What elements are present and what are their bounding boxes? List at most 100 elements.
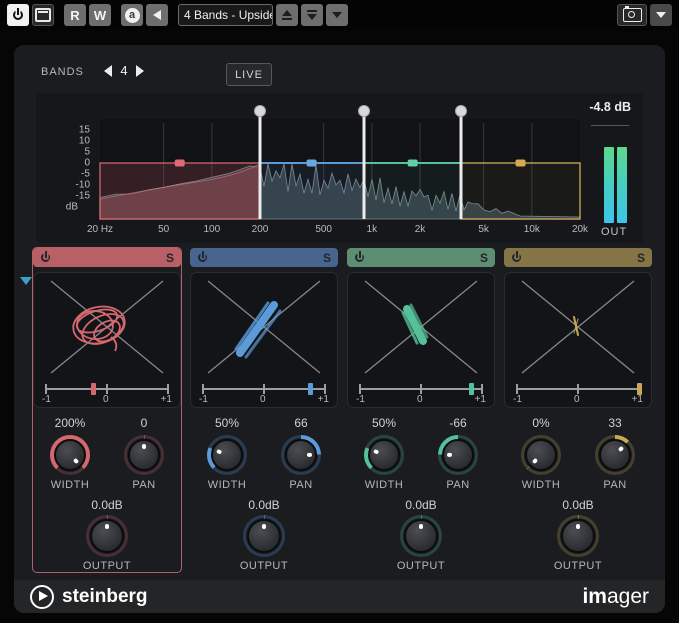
solo-button[interactable]: S bbox=[480, 251, 488, 265]
steinberg-logo: steinberg bbox=[30, 585, 148, 609]
live-button[interactable]: LIVE bbox=[226, 63, 272, 86]
width-value: 50% bbox=[372, 416, 396, 430]
freq-tick: 20k bbox=[572, 224, 588, 235]
band-header[interactable]: S bbox=[190, 248, 338, 267]
output-knob[interactable] bbox=[243, 515, 285, 557]
spectrum-plot bbox=[36, 93, 643, 243]
pan-knob[interactable] bbox=[595, 435, 635, 475]
output-value: 0.0dB bbox=[347, 498, 495, 512]
chevron-down-icon bbox=[656, 12, 666, 18]
pan-knob[interactable] bbox=[438, 435, 478, 475]
solo-button[interactable]: S bbox=[323, 251, 331, 265]
band-power-icon[interactable] bbox=[40, 252, 51, 263]
read-automation-button[interactable]: R bbox=[64, 4, 86, 26]
width-knob[interactable] bbox=[364, 435, 404, 475]
titlebar: R W a 4 Bands - Upside D bbox=[0, 0, 679, 30]
pan-scale-left: -1 bbox=[513, 394, 522, 405]
band-header[interactable]: S bbox=[33, 248, 181, 267]
knob-indicator-dot bbox=[262, 524, 267, 529]
output-value: 0.0dB bbox=[190, 498, 338, 512]
knob-indicator-dot bbox=[216, 449, 222, 455]
ab-compare-button[interactable]: a bbox=[121, 4, 143, 26]
pan-scale-right: +1 bbox=[475, 394, 486, 405]
pan-scale-left: -1 bbox=[356, 394, 365, 405]
band-power-icon[interactable] bbox=[197, 252, 208, 263]
band-header[interactable]: S bbox=[504, 248, 652, 267]
band-panel-4[interactable]: S -1 0 +1 0% 33 WIDTH PAN bbox=[504, 248, 652, 572]
window-menu-button[interactable] bbox=[650, 4, 672, 26]
band-power-icon[interactable] bbox=[354, 252, 365, 263]
band-gain-handle[interactable] bbox=[516, 160, 526, 167]
pan-scale-right: +1 bbox=[161, 394, 172, 405]
knob-indicator-dot bbox=[142, 444, 147, 449]
bands-label: BANDS bbox=[41, 66, 84, 78]
band-header[interactable]: S bbox=[347, 248, 495, 267]
band-gain-handle[interactable] bbox=[408, 160, 418, 167]
freq-tick: 100 bbox=[203, 224, 220, 235]
width-value: 200% bbox=[55, 416, 86, 430]
preset-field[interactable]: 4 Bands - Upside D bbox=[178, 4, 273, 26]
pan-label: PAN bbox=[132, 479, 155, 491]
crossover-handle-knob[interactable] bbox=[456, 106, 467, 117]
output-knob[interactable] bbox=[400, 515, 442, 557]
width-knob[interactable] bbox=[521, 435, 561, 475]
output-knob[interactable] bbox=[557, 515, 599, 557]
db-tick: -10 bbox=[60, 180, 90, 191]
vectorscope-graphic bbox=[37, 275, 177, 379]
db-tick: 5 bbox=[60, 147, 90, 158]
output-value: 0.0dB bbox=[504, 498, 652, 512]
band-panel-2[interactable]: S -1 0 +1 50% 66 WIDTH PAN bbox=[190, 248, 338, 572]
pan-knob[interactable] bbox=[124, 435, 164, 475]
bands-stepper: 4 bbox=[104, 63, 144, 78]
pan-value: 33 bbox=[608, 416, 621, 430]
out-label: OUT bbox=[601, 226, 627, 238]
bands-area: S -1 0 +1 200% 0 WIDTH PAN bbox=[33, 248, 652, 572]
band-panel-3[interactable]: S -1 0 +1 50% -66 WIDTH PAN bbox=[347, 248, 495, 572]
pan-knob[interactable] bbox=[281, 435, 321, 475]
width-label: WIDTH bbox=[208, 479, 247, 491]
solo-button[interactable]: S bbox=[166, 251, 174, 265]
solo-button[interactable]: S bbox=[637, 251, 645, 265]
next-preset-button[interactable] bbox=[301, 4, 323, 26]
crossover-handle-knob[interactable] bbox=[359, 106, 370, 117]
band-panel-1[interactable]: S -1 0 +1 200% 0 WIDTH PAN bbox=[33, 248, 181, 572]
pan-scale-left: -1 bbox=[199, 394, 208, 405]
band-gain-handle[interactable] bbox=[175, 160, 185, 167]
output-label: OUTPUT bbox=[190, 560, 338, 572]
width-knob[interactable] bbox=[50, 435, 90, 475]
pan-scale-center: 0 bbox=[260, 394, 266, 405]
output-label: OUTPUT bbox=[504, 560, 652, 572]
snapshot-button[interactable] bbox=[617, 4, 647, 26]
band-gain-handle[interactable] bbox=[307, 160, 317, 167]
knob-indicator-dot bbox=[419, 524, 424, 529]
knob-indicator-dot bbox=[576, 524, 581, 529]
pan-value: -66 bbox=[449, 416, 466, 430]
output-knob[interactable] bbox=[86, 515, 128, 557]
crossover-handle-knob[interactable] bbox=[255, 106, 266, 117]
pan-value: 0 bbox=[141, 416, 148, 430]
pan-label: PAN bbox=[603, 479, 626, 491]
vectorscope-graphic bbox=[351, 275, 491, 379]
width-value: 0% bbox=[532, 416, 549, 430]
width-knob[interactable] bbox=[207, 435, 247, 475]
knob-indicator-dot bbox=[373, 449, 379, 455]
camera-icon bbox=[623, 8, 642, 22]
bands-count: 4 bbox=[116, 63, 132, 78]
previous-preset-button[interactable] bbox=[276, 4, 298, 26]
bands-increase-button[interactable] bbox=[136, 65, 144, 77]
collapse-arrow-icon[interactable] bbox=[20, 277, 32, 285]
output-level-marker bbox=[591, 125, 629, 126]
spin-down-icon bbox=[307, 14, 317, 20]
vectorscope: -1 0 +1 bbox=[347, 272, 495, 408]
power-icon bbox=[12, 9, 24, 21]
arrow-left-icon bbox=[153, 10, 161, 20]
preset-menu-button[interactable] bbox=[326, 4, 348, 26]
copy-ab-button[interactable] bbox=[146, 4, 168, 26]
vectorscope-graphic bbox=[508, 275, 648, 379]
vectorscope-graphic bbox=[194, 275, 334, 379]
bypass-button[interactable] bbox=[32, 4, 54, 26]
bands-decrease-button[interactable] bbox=[104, 65, 112, 77]
band-power-icon[interactable] bbox=[511, 252, 522, 263]
write-automation-button[interactable]: W bbox=[89, 4, 111, 26]
plugin-power-button[interactable] bbox=[7, 4, 29, 26]
